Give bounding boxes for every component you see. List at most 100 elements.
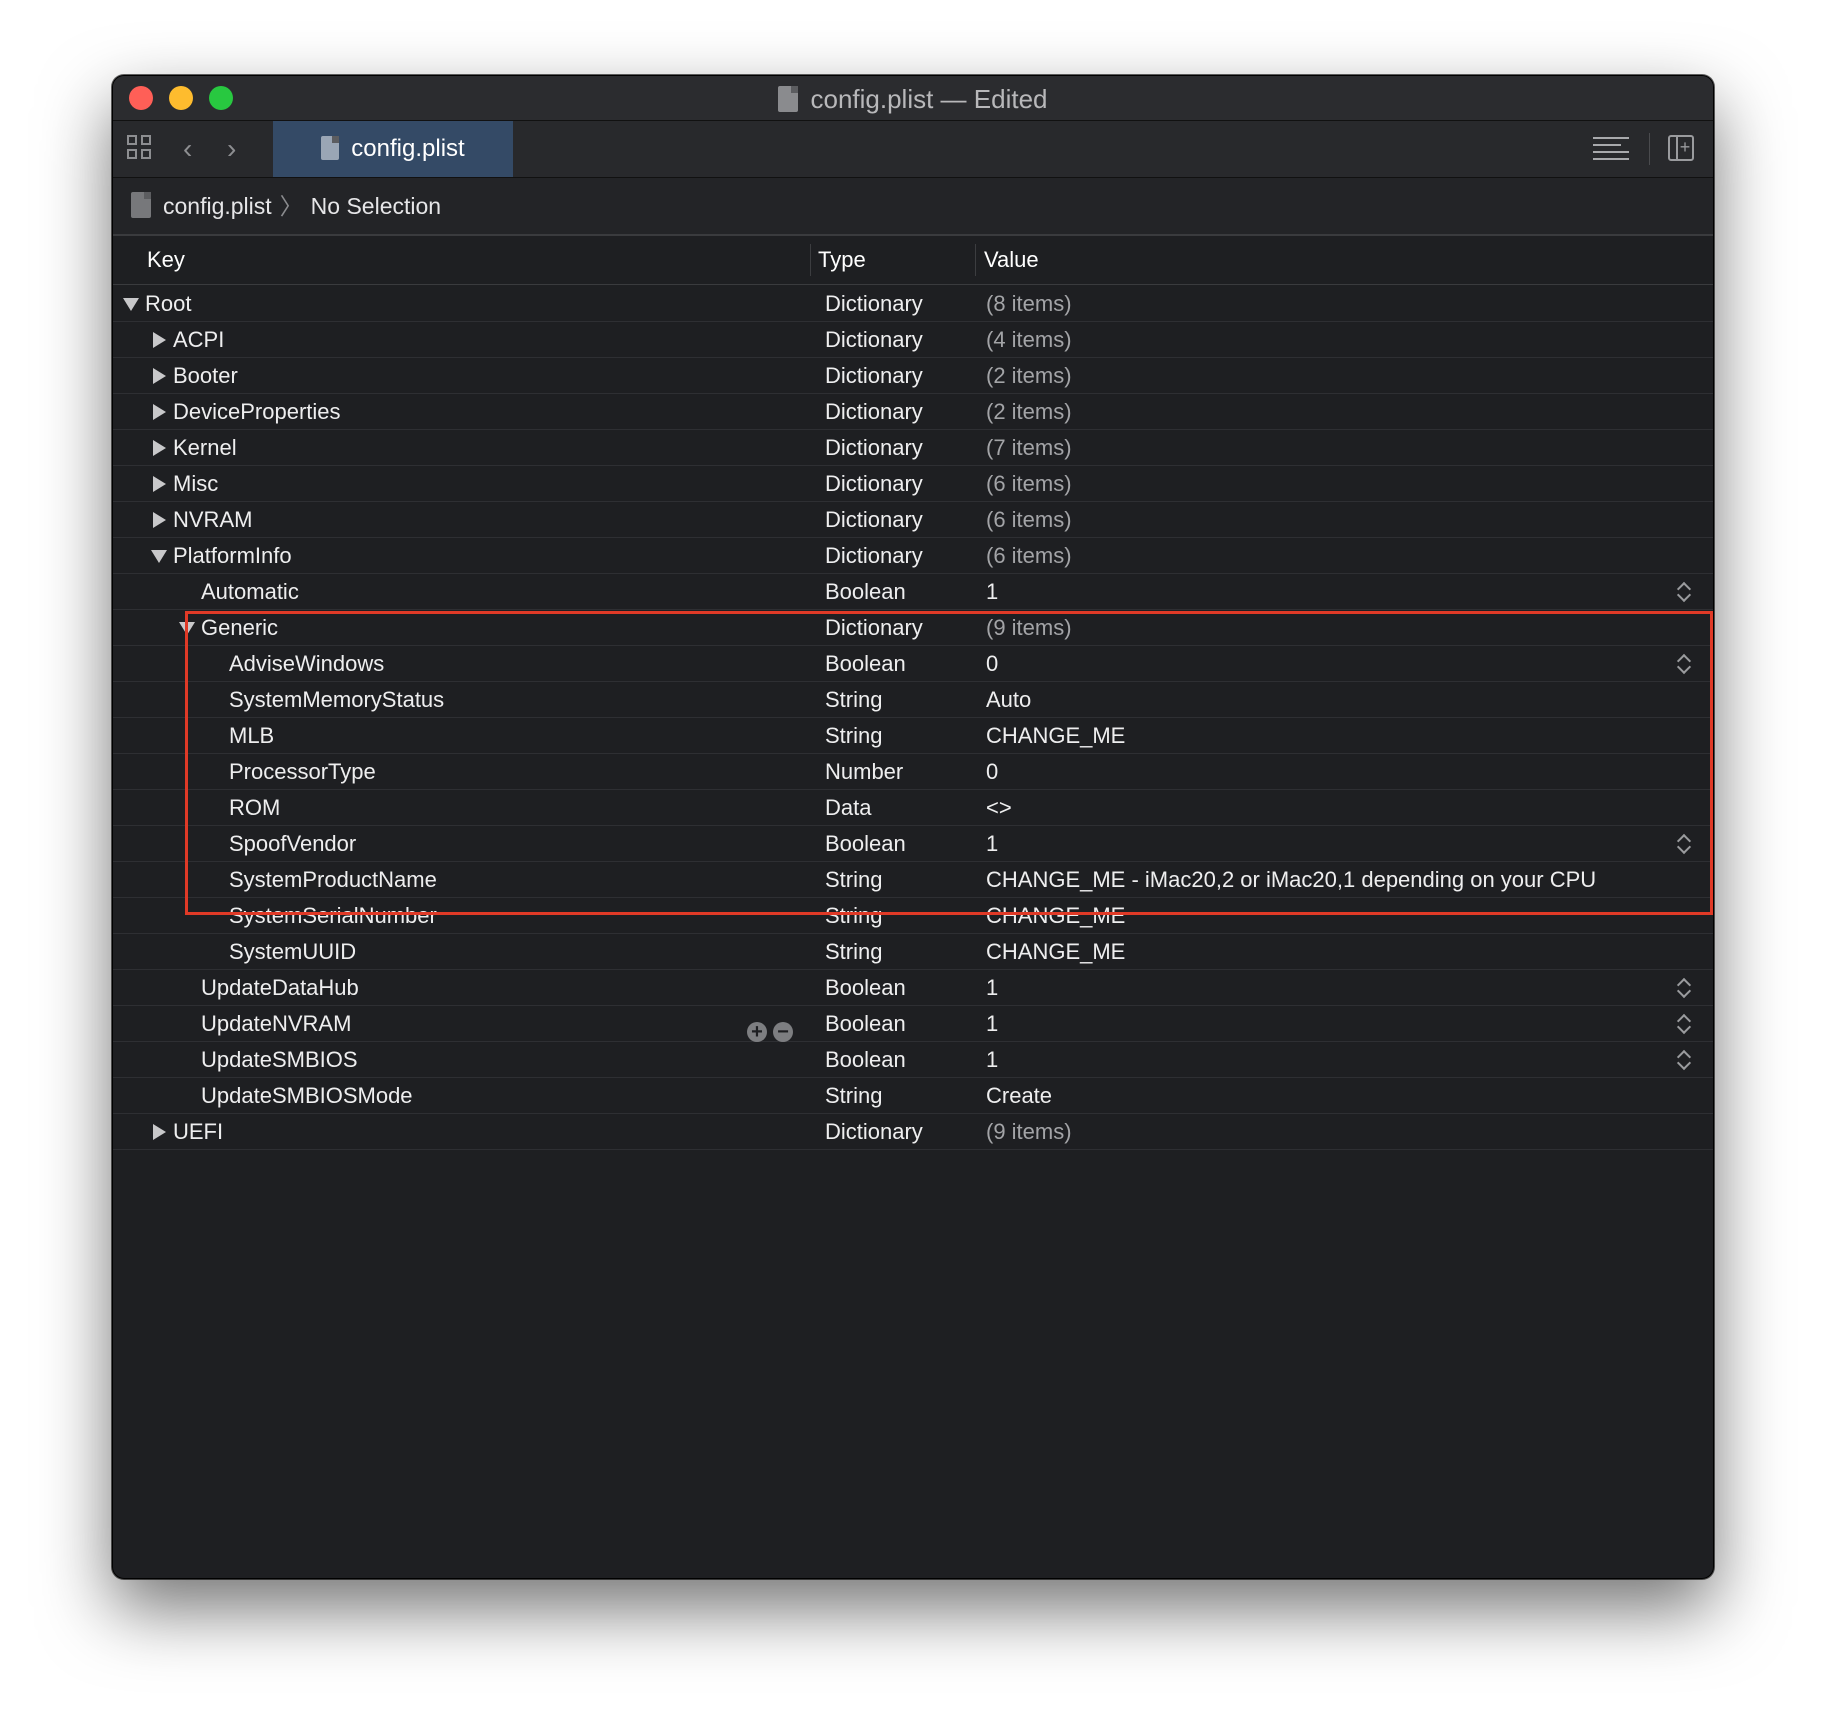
row-type[interactable]: Dictionary bbox=[825, 286, 923, 321]
row-type[interactable]: String bbox=[825, 862, 882, 897]
row-key[interactable]: Automatic bbox=[201, 574, 299, 609]
row-type[interactable]: Boolean bbox=[825, 826, 906, 861]
column-header-value[interactable]: Value bbox=[984, 236, 1039, 284]
row-type[interactable]: String bbox=[825, 898, 882, 933]
breadcrumb-selection[interactable]: No Selection bbox=[311, 193, 441, 219]
row-value[interactable]: CHANGE_ME - iMac20,2 or iMac20,1 dependi… bbox=[986, 862, 1596, 897]
boolean-stepper-icon[interactable] bbox=[1676, 652, 1692, 676]
row-key[interactable]: UpdateNVRAM bbox=[201, 1006, 351, 1041]
row-type[interactable]: Dictionary bbox=[825, 394, 923, 429]
row-value[interactable]: Create bbox=[986, 1078, 1052, 1113]
row-value[interactable]: 1 bbox=[986, 826, 998, 861]
table-row[interactable]: Kernel Dictionary (7 items) bbox=[113, 430, 1713, 466]
table-row[interactable]: SystemSerialNumber String CHANGE_ME bbox=[113, 898, 1713, 934]
boolean-stepper-icon[interactable] bbox=[1676, 1048, 1692, 1072]
row-key[interactable]: AdviseWindows bbox=[229, 646, 384, 681]
row-type[interactable]: Dictionary bbox=[825, 430, 923, 465]
row-key[interactable]: Generic bbox=[201, 610, 278, 645]
row-type[interactable]: Boolean bbox=[825, 1042, 906, 1077]
row-key[interactable]: SystemUUID bbox=[229, 934, 356, 969]
row-value[interactable]: (9 items) bbox=[986, 1114, 1072, 1149]
row-type[interactable]: Dictionary bbox=[825, 502, 923, 537]
row-key[interactable]: SpoofVendor bbox=[229, 826, 356, 861]
disclosure-closed-icon[interactable] bbox=[153, 404, 166, 420]
table-row[interactable]: UpdateSMBIOS Boolean 1 bbox=[113, 1042, 1713, 1078]
boolean-stepper-icon[interactable] bbox=[1676, 580, 1692, 604]
row-key[interactable]: NVRAM bbox=[173, 502, 252, 537]
row-type[interactable]: Dictionary bbox=[825, 538, 923, 573]
table-row[interactable]: AdviseWindows Boolean 0 bbox=[113, 646, 1713, 682]
column-divider[interactable] bbox=[975, 244, 976, 276]
tab-config-plist[interactable]: config.plist bbox=[273, 121, 513, 177]
remove-item-icon[interactable]: − bbox=[773, 1022, 793, 1042]
row-value[interactable]: CHANGE_ME bbox=[986, 898, 1125, 933]
boolean-stepper-icon[interactable] bbox=[1676, 976, 1692, 1000]
disclosure-closed-icon[interactable] bbox=[153, 440, 166, 456]
table-row[interactable]: MLB String CHANGE_ME bbox=[113, 718, 1713, 754]
table-row[interactable]: SpoofVendor Boolean 1 bbox=[113, 826, 1713, 862]
row-key[interactable]: UpdateSMBIOS bbox=[201, 1042, 358, 1077]
boolean-stepper-icon[interactable] bbox=[1676, 1012, 1692, 1036]
disclosure-closed-icon[interactable] bbox=[153, 476, 166, 492]
row-value[interactable]: (6 items) bbox=[986, 538, 1072, 573]
table-row[interactable]: Generic Dictionary (9 items) bbox=[113, 610, 1713, 646]
row-value[interactable]: (9 items) bbox=[986, 610, 1072, 645]
row-key[interactable]: ProcessorType bbox=[229, 754, 376, 789]
row-type[interactable]: String bbox=[825, 934, 882, 969]
row-type[interactable]: Number bbox=[825, 754, 903, 789]
row-key[interactable]: SystemMemoryStatus bbox=[229, 682, 444, 717]
row-type[interactable]: Boolean bbox=[825, 646, 906, 681]
disclosure-open-icon[interactable] bbox=[123, 298, 139, 311]
row-key[interactable]: MLB bbox=[229, 718, 274, 753]
table-row[interactable]: Booter Dictionary (2 items) bbox=[113, 358, 1713, 394]
row-value[interactable]: 1 bbox=[986, 1042, 998, 1077]
row-type[interactable]: Boolean bbox=[825, 970, 906, 1005]
row-value[interactable]: (6 items) bbox=[986, 502, 1072, 537]
row-value[interactable]: CHANGE_ME bbox=[986, 718, 1125, 753]
table-row[interactable]: NVRAM Dictionary (6 items) bbox=[113, 502, 1713, 538]
table-row[interactable]: SystemProductName String CHANGE_ME - iMac2… bbox=[113, 862, 1713, 898]
column-header-key[interactable]: Key bbox=[147, 236, 185, 284]
row-key[interactable]: SystemSerialNumber bbox=[229, 898, 437, 933]
row-key[interactable]: Misc bbox=[173, 466, 218, 501]
row-key[interactable]: UpdateDataHub bbox=[201, 970, 359, 1005]
row-type[interactable]: String bbox=[825, 682, 882, 717]
disclosure-closed-icon[interactable] bbox=[153, 368, 166, 384]
disclosure-closed-icon[interactable] bbox=[153, 512, 166, 528]
table-row[interactable]: PlatformInfo Dictionary (6 items) bbox=[113, 538, 1713, 574]
boolean-stepper-icon[interactable] bbox=[1676, 832, 1692, 856]
row-key[interactable]: Booter bbox=[173, 358, 238, 393]
row-type[interactable]: Data bbox=[825, 790, 871, 825]
table-row[interactable]: Root Dictionary (8 items) bbox=[113, 286, 1713, 322]
row-value[interactable]: CHANGE_ME bbox=[986, 934, 1125, 969]
row-type[interactable]: Boolean bbox=[825, 1006, 906, 1041]
row-key[interactable]: ACPI bbox=[173, 322, 224, 357]
row-type[interactable]: Boolean bbox=[825, 574, 906, 609]
back-chevron-icon[interactable]: ‹ bbox=[183, 133, 192, 165]
table-row[interactable]: DeviceProperties Dictionary (2 items) bbox=[113, 394, 1713, 430]
row-type[interactable]: String bbox=[825, 718, 882, 753]
table-row[interactable]: SystemUUID String CHANGE_ME bbox=[113, 934, 1713, 970]
column-header-type[interactable]: Type bbox=[818, 236, 866, 284]
disclosure-closed-icon[interactable] bbox=[153, 1124, 166, 1140]
row-key[interactable]: Root bbox=[145, 286, 191, 321]
row-value[interactable]: 0 bbox=[986, 754, 998, 789]
disclosure-open-icon[interactable] bbox=[151, 550, 167, 563]
row-key[interactable]: SystemProductName bbox=[229, 862, 437, 897]
table-row[interactable]: ProcessorType Number 0 bbox=[113, 754, 1713, 790]
row-value[interactable]: (2 items) bbox=[986, 394, 1072, 429]
table-row[interactable]: UpdateSMBIOSMode String Create bbox=[113, 1078, 1713, 1114]
table-row[interactable]: Automatic Boolean 1 bbox=[113, 574, 1713, 610]
row-value[interactable]: 1 bbox=[986, 970, 998, 1005]
row-type[interactable]: Dictionary bbox=[825, 466, 923, 501]
table-row[interactable]: ACPI Dictionary (4 items) bbox=[113, 322, 1713, 358]
row-value[interactable]: (2 items) bbox=[986, 358, 1072, 393]
row-value[interactable]: 1 bbox=[986, 1006, 998, 1041]
add-item-icon[interactable]: + bbox=[747, 1022, 767, 1042]
table-row[interactable]: UpdateDataHub Boolean 1 bbox=[113, 970, 1713, 1006]
row-key[interactable]: Kernel bbox=[173, 430, 237, 465]
row-type[interactable]: Dictionary bbox=[825, 610, 923, 645]
forward-chevron-icon[interactable]: › bbox=[227, 133, 236, 165]
add-editor-panel-icon[interactable] bbox=[1668, 133, 1694, 161]
disclosure-closed-icon[interactable] bbox=[153, 332, 166, 348]
